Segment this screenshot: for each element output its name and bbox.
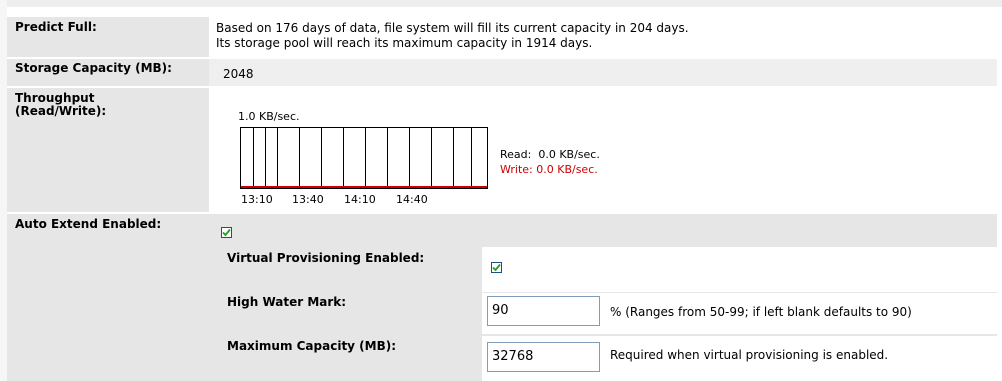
high-water-mark-label: High Water Mark: [227, 295, 347, 309]
left-band [0, 0, 7, 381]
virtual-provisioning-value-cell [482, 247, 997, 292]
predict-full-line1: Based on 176 days of data, file system w… [216, 21, 689, 35]
check-icon [492, 263, 501, 272]
predict-full-label: Predict Full: [7, 17, 209, 57]
check-icon [222, 228, 231, 237]
graph-gridline [431, 128, 432, 188]
maximum-capacity-label: Maximum Capacity (MB): [227, 339, 397, 353]
graph-gridline [253, 128, 254, 188]
virtual-provisioning-label: Virtual Provisioning Enabled: [227, 251, 425, 265]
graph-gridline [321, 128, 322, 188]
maximum-capacity-hint: Required when virtual provisioning is en… [610, 348, 889, 362]
graph-gridline [299, 128, 300, 188]
top-band [0, 0, 1002, 7]
virtual-provisioning-checkbox[interactable] [491, 262, 502, 273]
throughput-graph [240, 127, 488, 189]
x-tick: 14:40 [396, 193, 428, 206]
predict-full-row: Predict Full: Based on 176 days of data,… [7, 17, 997, 57]
throughput-scale: 1.0 KB/sec. [238, 110, 300, 123]
graph-gridline [277, 128, 278, 188]
x-tick: 14:10 [344, 193, 376, 206]
graph-gridline [365, 128, 366, 188]
auto-extend-checkbox[interactable] [221, 227, 232, 238]
graph-gridline [409, 128, 410, 188]
x-tick: 13:10 [241, 193, 273, 206]
graph-gridline [343, 128, 344, 188]
storage-capacity-label: Storage Capacity (MB): [7, 59, 209, 86]
write-rate: Write: 0.0 KB/sec. [500, 163, 598, 176]
graph-gridline [265, 128, 266, 188]
graph-gridline [387, 128, 388, 188]
read-rate: Read: 0.0 KB/sec. [500, 148, 600, 161]
storage-capacity-value: 2048 [223, 67, 254, 81]
high-water-mark-input[interactable]: 90 [487, 296, 600, 326]
storage-capacity-row: Storage Capacity (MB): 2048 [7, 59, 997, 86]
throughput-label-line2: (Read/Write): [15, 104, 107, 118]
graph-gridline [471, 128, 472, 188]
predict-full-line2: Its storage pool will reach its maximum … [216, 36, 593, 50]
graph-write-line [241, 186, 487, 188]
predict-full-value: Based on 176 days of data, file system w… [209, 17, 997, 57]
graph-gridline [453, 128, 454, 188]
maximum-capacity-input[interactable]: 32768 [487, 342, 600, 372]
high-water-mark-hint: % (Ranges from 50-99; if left blank defa… [610, 305, 912, 319]
x-tick: 13:40 [292, 193, 324, 206]
auto-extend-label: Auto Extend Enabled: [7, 214, 209, 381]
throughput-label: Throughput (Read/Write): [7, 88, 209, 212]
